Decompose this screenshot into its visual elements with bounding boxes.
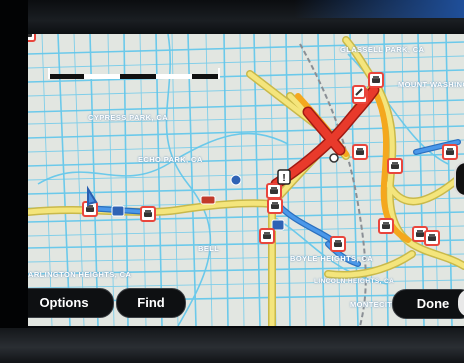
svg-text:!: ! bbox=[282, 173, 285, 184]
map-label-arlington-heights: Arlington Heights, CA bbox=[28, 270, 132, 279]
done-button[interactable]: Done bbox=[392, 289, 464, 319]
device-left-bezel bbox=[0, 0, 28, 363]
zoom-knob[interactable] bbox=[454, 161, 464, 197]
map-screen[interactable]: ! Glassell Park, CA Cypress Park, CA Ech… bbox=[28, 34, 464, 326]
device-top-bezel bbox=[0, 0, 464, 34]
find-button[interactable]: Find bbox=[116, 288, 186, 318]
device-bottom-bezel bbox=[0, 328, 464, 363]
map-label-echo-park: Echo Park, CA bbox=[138, 155, 203, 164]
map-label-cypress-park: Cypress Park, CA bbox=[88, 113, 169, 122]
map-label-bell: Bell bbox=[198, 244, 220, 253]
map-label-boyle-heights: Boyle Heights, CA bbox=[290, 254, 374, 263]
accident-icon[interactable] bbox=[352, 85, 366, 99]
map-label-lincoln-heights: Lincoln Heights, CA bbox=[314, 278, 395, 285]
nav-device: ! Glassell Park, CA Cypress Park, CA Ech… bbox=[0, 0, 464, 363]
map-label-mount-washington: Mount Washington bbox=[398, 80, 464, 89]
construction-icon[interactable]: ! bbox=[277, 169, 291, 185]
map-scale-bar bbox=[48, 68, 220, 79]
map-label-glassell-park: Glassell Park, CA bbox=[340, 45, 425, 54]
options-button[interactable]: Options bbox=[28, 288, 114, 318]
